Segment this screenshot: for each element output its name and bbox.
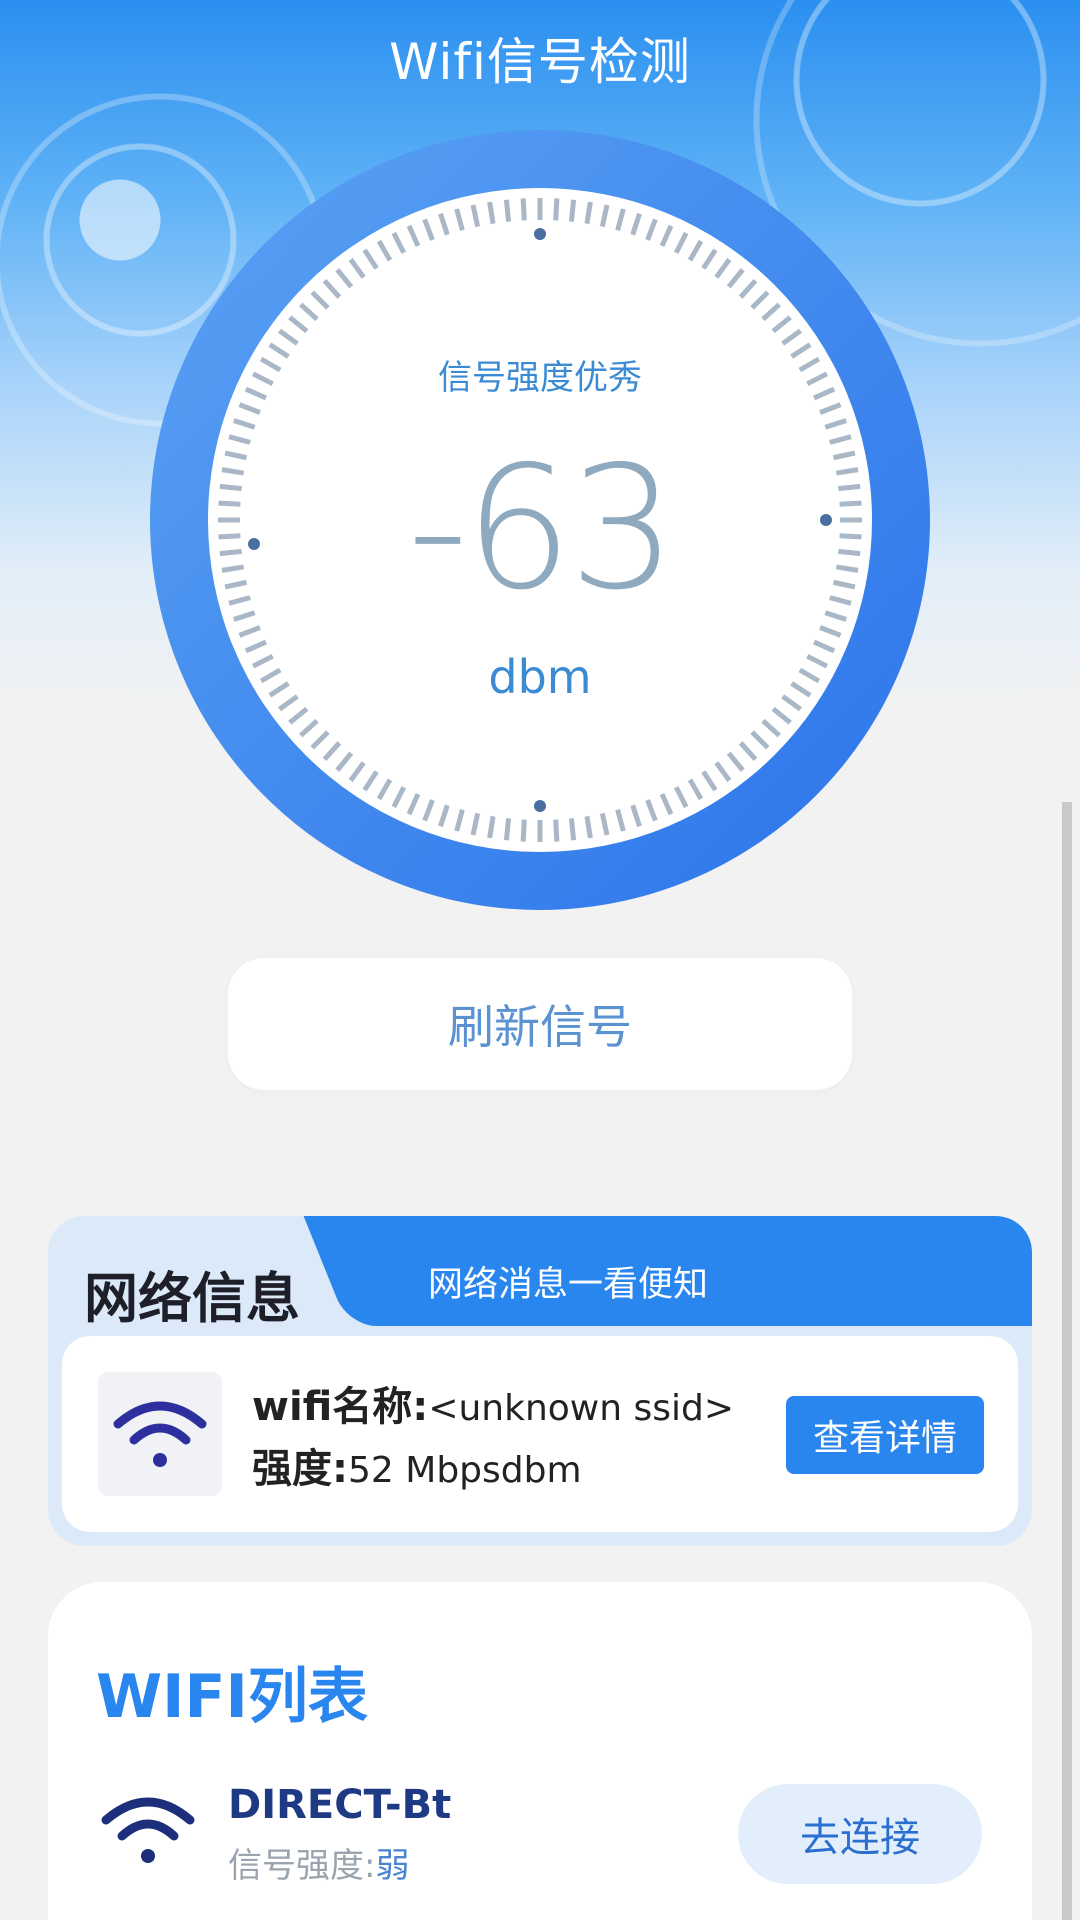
signal-value: -63	[407, 430, 677, 628]
network-info-panel: wifi名称:<unknown ssid> 强度:52 Mbpsdbm 查看详情	[62, 1336, 1018, 1532]
wifi-strength-label: 强度:	[252, 1446, 348, 1492]
wifi-item-name: DIRECT-Bt	[228, 1782, 452, 1828]
wifi-item-strength: 信号强度:弱	[228, 1838, 409, 1887]
wifi-icon	[113, 1401, 207, 1467]
gauge-tick	[503, 199, 512, 222]
wifi-icon-box	[98, 1372, 222, 1496]
wifi-item-strength-label: 信号强度:	[228, 1846, 376, 1886]
wifi-name-label: wifi名称:	[252, 1384, 429, 1430]
gauge-tick	[503, 818, 512, 841]
gauge-tick	[520, 819, 527, 842]
gauge-dot-bottom	[534, 800, 546, 812]
wifi-strength-line: 强度:52 Mbpsdbm	[252, 1436, 582, 1494]
wifi-strength-value: 52 Mbpsdbm	[348, 1450, 582, 1491]
network-info-title: 网络信息	[84, 1267, 300, 1330]
signal-gauge: 信号强度优秀 -63 dbm	[150, 130, 930, 910]
connect-button[interactable]: 去连接	[738, 1784, 982, 1884]
wifi-item-strength-value: 弱	[375, 1846, 410, 1886]
view-details-button[interactable]: 查看详情	[786, 1396, 984, 1474]
refresh-signal-button[interactable]: 刷新信号	[228, 958, 852, 1090]
wifi-name-value: <unknown ssid>	[428, 1388, 735, 1429]
gauge-tick	[487, 815, 496, 839]
signal-status: 信号强度优秀	[438, 358, 642, 398]
wifi-list-card: WIFI列表 DIRECT-Bt 信号强度:弱 去连接	[48, 1582, 1032, 1920]
wifi-name-line: wifi名称:<unknown ssid>	[252, 1374, 734, 1432]
gauge-tick	[584, 201, 593, 225]
page-title: Wifi信号检测	[389, 33, 691, 91]
gauge-dot-top	[534, 228, 546, 240]
list-item[interactable]: DIRECT-Bt 信号强度:弱 去连接	[48, 1782, 1032, 1902]
scrollbar[interactable]	[1062, 802, 1072, 1920]
gauge-tick	[553, 819, 560, 842]
wifi-icon	[100, 1790, 196, 1874]
gauge-tick	[568, 199, 577, 222]
gauge-tick	[487, 201, 496, 225]
gauge-tick	[584, 815, 593, 839]
gauge-tick	[568, 818, 577, 841]
wifi-list-title: WIFI列表	[96, 1662, 368, 1732]
network-info-subtitle: 网络消息一看便知	[428, 1265, 709, 1305]
gauge-tick	[553, 198, 560, 221]
gauge-tick	[520, 198, 527, 221]
signal-unit: dbm	[488, 650, 592, 704]
network-info-card: 网络信息 网络消息一看便知 wifi名称:<unknown ssid> 强度:5…	[48, 1216, 1032, 1546]
